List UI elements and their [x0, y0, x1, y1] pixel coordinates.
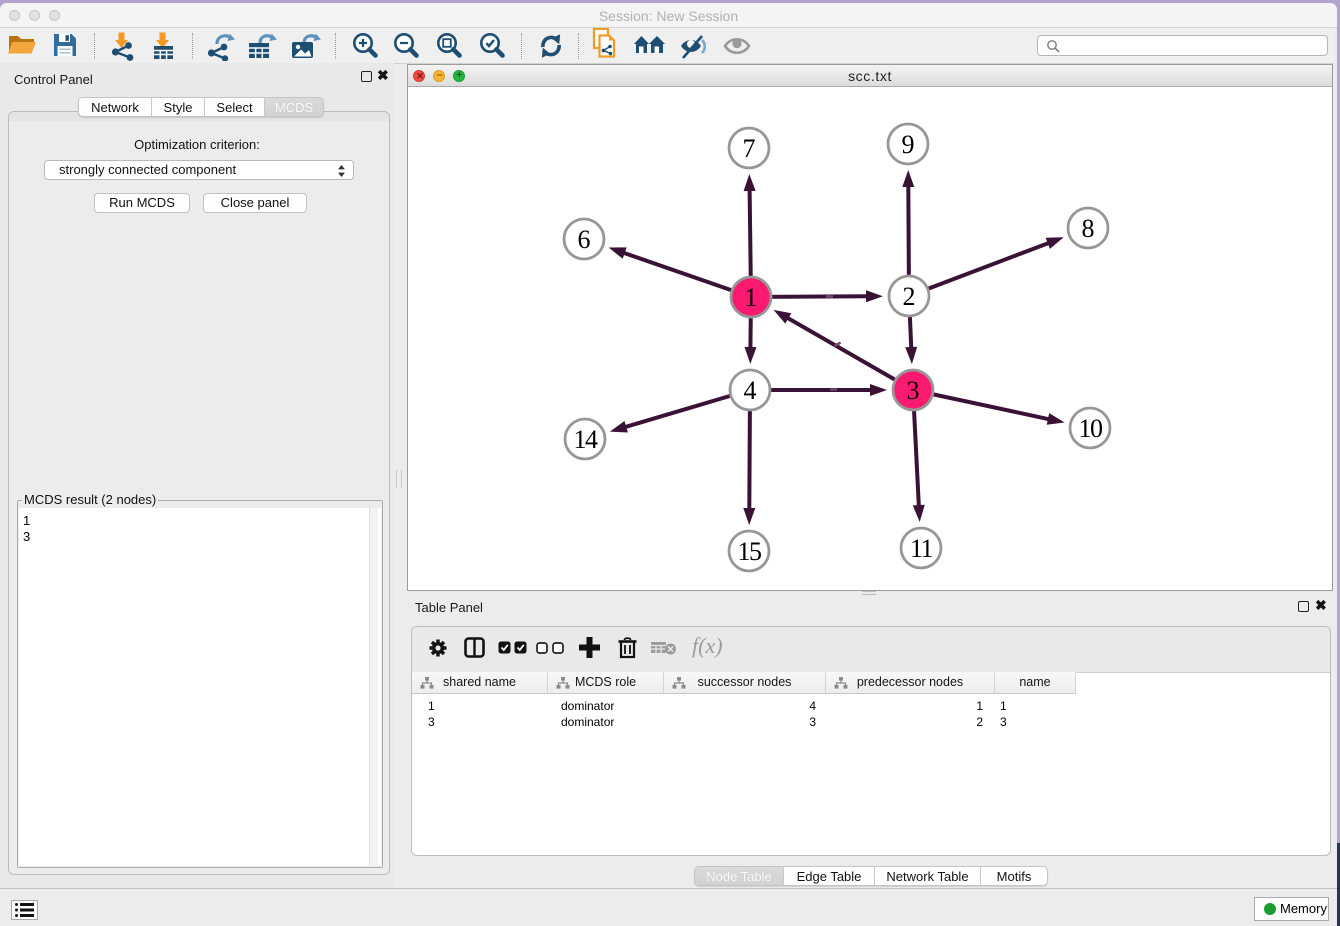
svg-text:8: 8	[1082, 214, 1095, 243]
svg-text:11: 11	[910, 534, 933, 563]
svg-text:3: 3	[907, 376, 920, 405]
svg-text:9: 9	[902, 130, 915, 159]
svg-text:4: 4	[744, 376, 757, 405]
svg-text:6: 6	[578, 225, 591, 254]
svg-text:15: 15	[738, 537, 762, 566]
svg-text:14: 14	[574, 425, 599, 454]
svg-text:2: 2	[903, 282, 916, 311]
svg-text:1: 1	[745, 283, 758, 312]
svg-text:7: 7	[743, 134, 756, 163]
svg-text:10: 10	[1079, 414, 1104, 443]
